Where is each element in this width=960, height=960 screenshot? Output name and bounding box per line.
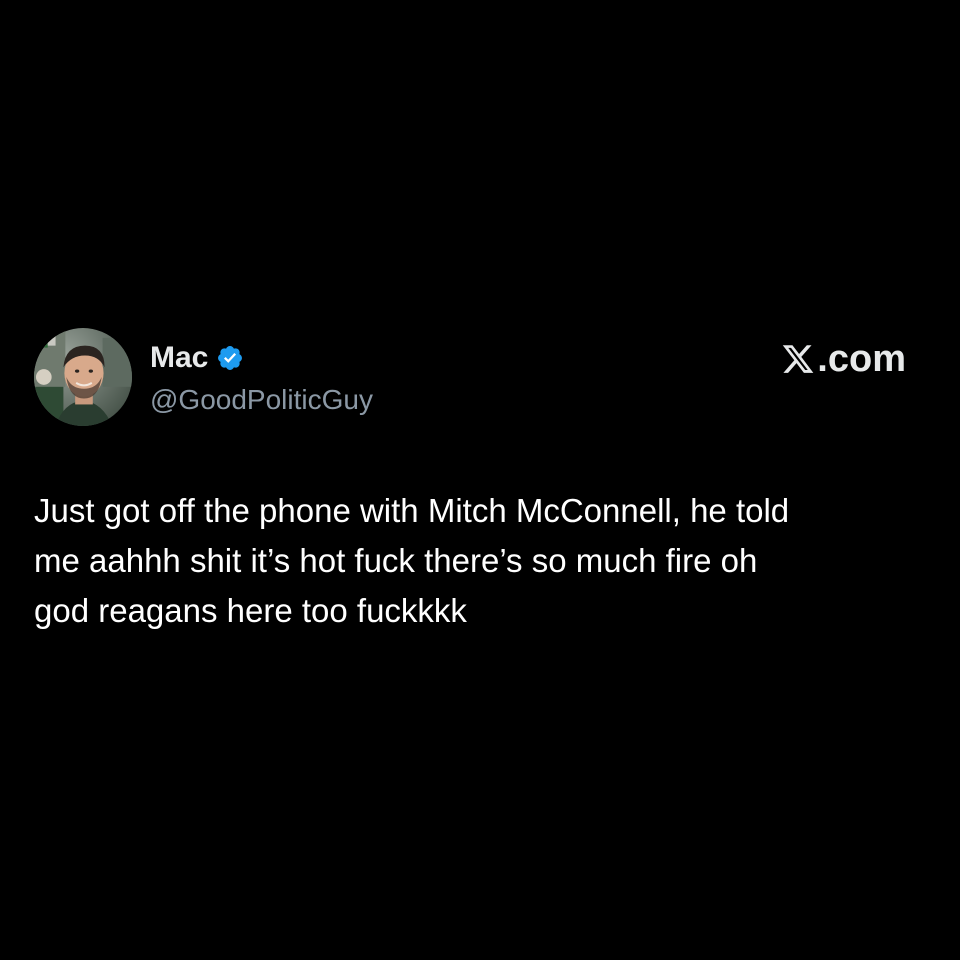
x-logo-icon (781, 342, 815, 376)
site-logo: .com (781, 337, 906, 381)
site-domain-suffix: .com (817, 338, 906, 380)
avatar[interactable] (34, 328, 132, 426)
author-display-name[interactable]: Mac (150, 338, 208, 378)
post-card: Mac @GoodPoliticGuy .com Just got off th… (0, 0, 960, 960)
author-handle[interactable]: @GoodPoliticGuy (150, 382, 373, 418)
post-body-text: Just got off the phone with Mitch McConn… (34, 492, 790, 629)
avatar-photo (34, 328, 132, 426)
verified-badge-icon (216, 344, 244, 372)
author-name-row: Mac (150, 338, 244, 378)
